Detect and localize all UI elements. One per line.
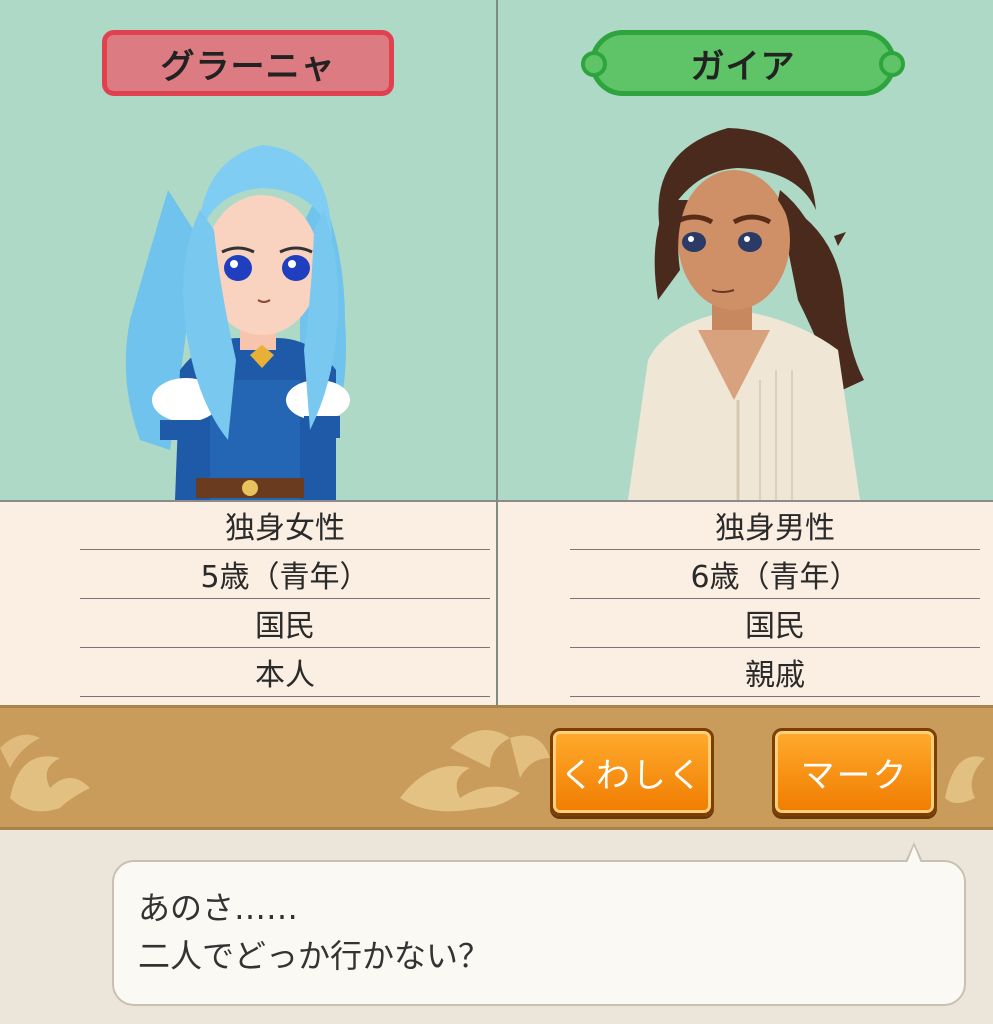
right-relation: 親戚 [570, 649, 980, 697]
detail-button[interactable]: くわしく [550, 728, 714, 816]
left-ornament-icon [0, 734, 90, 812]
action-bar: くわしく マーク [0, 705, 993, 830]
left-relation: 本人 [80, 649, 490, 697]
dialog-line-1: あのさ…… [138, 889, 299, 927]
compare-screen: グラーニャ ガイア 独身女性 5歳（青年） 国民 本人 独身男性 6歳（青年） … [0, 0, 993, 1024]
speech-bubble[interactable]: あのさ…… 二人でどっか行かない？ [112, 860, 966, 1006]
left-citizenship: 国民 [80, 600, 490, 648]
left-character-panel: グラーニャ [0, 0, 496, 500]
right-age: 6歳（青年） [570, 551, 980, 599]
right-character-portrait [628, 128, 864, 500]
right-ornament-icon [945, 756, 985, 803]
mark-button[interactable]: マーク [772, 728, 937, 816]
left-marital-status: 独身女性 [80, 502, 490, 550]
right-character-panel: ガイア [498, 0, 993, 500]
center-ornament-icon [400, 730, 550, 812]
speech-bubble-tail-inner [907, 846, 921, 863]
left-character-info: 独身女性 5歳（青年） 国民 本人 [0, 500, 496, 705]
right-character-info: 独身男性 6歳（青年） 国民 親戚 [498, 500, 993, 705]
left-character-portrait [125, 145, 350, 500]
right-marital-status: 独身男性 [570, 502, 980, 550]
right-citizenship: 国民 [570, 600, 980, 648]
left-age: 5歳（青年） [80, 551, 490, 599]
dialog-line-2: 二人でどっか行かない？ [138, 937, 491, 975]
